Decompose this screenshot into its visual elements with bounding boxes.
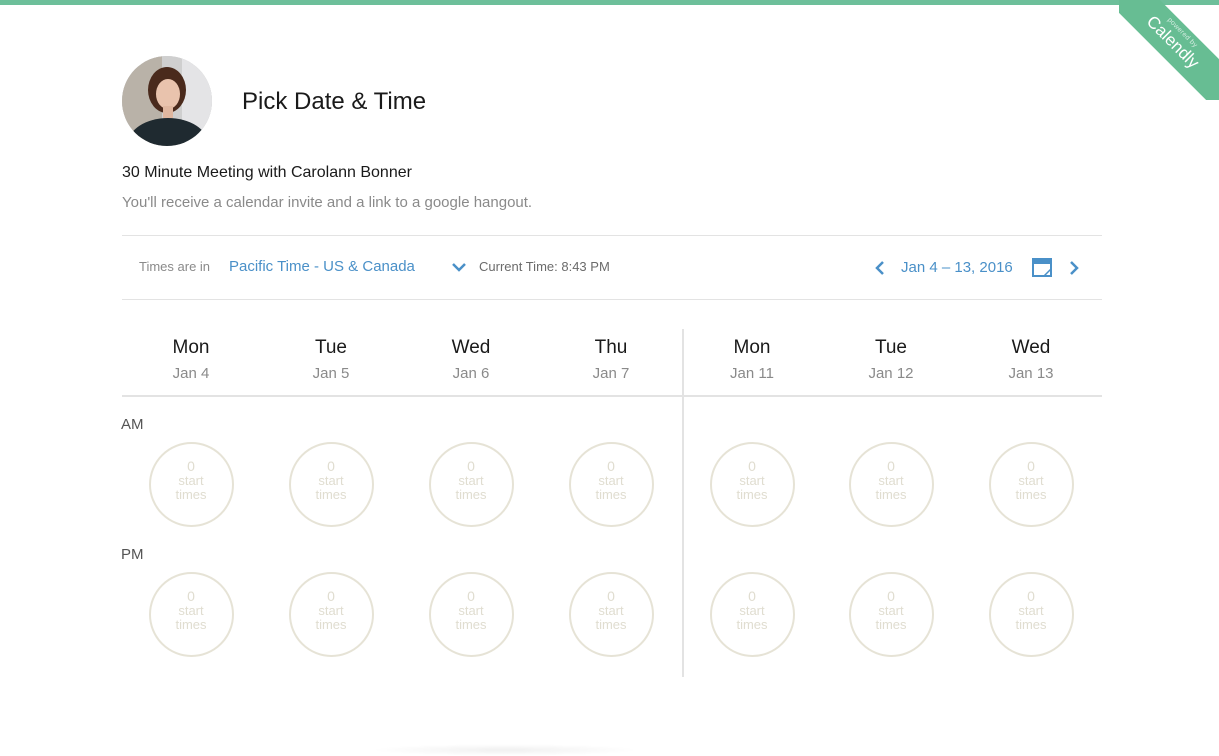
am-slot[interactable]: 0 start times [848, 442, 934, 527]
pm-slot[interactable]: 0 start times [988, 572, 1074, 657]
slot-count: 0 [887, 458, 895, 474]
slot-label: times [455, 617, 487, 632]
day-header: Wed Jan 13 [961, 336, 1101, 382]
day-header: Mon Jan 4 [121, 336, 261, 382]
am-slot[interactable]: 0 start times [988, 442, 1074, 527]
am-label: AM [121, 416, 144, 433]
day-date: Jan 4 [172, 365, 210, 382]
current-time: Current Time: 8:43 PM [479, 259, 610, 274]
calendly-ribbon[interactable]: powered by Calendly [1119, 0, 1219, 100]
pm-slot[interactable]: 0 start times [709, 572, 795, 657]
slot-label: start [318, 603, 344, 618]
top-accent-bar [0, 0, 1219, 5]
slot-count: 0 [607, 588, 615, 604]
slot-label: times [315, 617, 347, 632]
slot-label: start [1018, 473, 1044, 488]
pm-slot[interactable]: 0 start times [848, 572, 934, 657]
page-title: Pick Date & Time [242, 88, 427, 115]
slot-label: times [1015, 617, 1047, 632]
am-slot[interactable]: 0 start times [709, 442, 795, 527]
slot-label: times [875, 617, 907, 632]
day-header: Mon Jan 11 [682, 336, 822, 382]
day-date: Jan 6 [452, 365, 490, 382]
bottom-shadow [370, 744, 640, 756]
slot-label: times [595, 487, 627, 502]
day-name: Mon [733, 337, 771, 358]
slot-label: times [595, 617, 627, 632]
slot-label: start [458, 473, 484, 488]
day-date: Jan 7 [592, 365, 630, 382]
day-name: Tue [874, 337, 908, 358]
slot-count: 0 [607, 458, 615, 474]
slot-label: times [315, 487, 347, 502]
slot-label: times [875, 487, 907, 502]
slot-label: start [739, 603, 765, 618]
day-date: Jan 13 [1008, 365, 1054, 382]
day-date: Jan 11 [730, 365, 774, 382]
slot-label: times [1015, 487, 1047, 502]
day-date: Jan 5 [312, 365, 350, 382]
slot-count: 0 [467, 588, 475, 604]
slot-label: start [878, 603, 904, 618]
chevron-right-icon[interactable] [1066, 259, 1082, 277]
slot-label: start [598, 603, 624, 618]
chevron-left-icon[interactable] [872, 259, 888, 277]
divider [122, 299, 1102, 300]
pm-slot[interactable]: 0 start times [148, 572, 234, 657]
am-slot[interactable]: 0 start times [288, 442, 374, 527]
timezone-label: Times are in [139, 259, 211, 274]
slot-count: 0 [187, 588, 195, 604]
divider [122, 235, 1102, 236]
slot-label: start [878, 473, 904, 488]
slot-label: times [736, 617, 768, 632]
calendar-icon[interactable] [1032, 258, 1052, 277]
day-header: Tue Jan 12 [821, 336, 961, 382]
slot-label: times [736, 487, 768, 502]
slot-count: 0 [748, 588, 756, 604]
timezone-select[interactable]: Pacific Time - US & Canada [229, 258, 415, 275]
slot-count: 0 [1027, 588, 1035, 604]
slot-count: 0 [187, 458, 195, 474]
avatar [122, 56, 212, 146]
slot-count: 0 [327, 588, 335, 604]
slot-count: 0 [1027, 458, 1035, 474]
day-name: Tue [314, 337, 348, 358]
slot-count: 0 [467, 458, 475, 474]
slot-count: 0 [887, 588, 895, 604]
date-range[interactable]: Jan 4 – 13, 2016 [901, 259, 1013, 276]
event-description: You'll receive a calendar invite and a l… [122, 194, 533, 211]
am-slot[interactable]: 0 start times [568, 442, 654, 527]
pm-slot[interactable]: 0 start times [288, 572, 374, 657]
slot-count: 0 [327, 458, 335, 474]
day-header: Wed Jan 6 [401, 336, 541, 382]
slot-label: start [739, 473, 765, 488]
chevron-down-icon[interactable] [451, 261, 467, 273]
pm-label: PM [121, 546, 144, 563]
slot-label: start [178, 473, 204, 488]
am-slot[interactable]: 0 start times [148, 442, 234, 527]
day-header: Thu Jan 7 [541, 336, 681, 382]
day-name: Wed [1011, 337, 1051, 358]
slot-label: times [455, 487, 487, 502]
grid-header-divider [122, 395, 1102, 397]
day-date: Jan 12 [868, 365, 914, 382]
day-header: Tue Jan 5 [261, 336, 401, 382]
day-name: Wed [451, 337, 491, 358]
slot-label: start [458, 603, 484, 618]
event-title: 30 Minute Meeting with Carolann Bonner [122, 164, 412, 181]
pm-slot[interactable]: 0 start times [568, 572, 654, 657]
slot-label: start [178, 603, 204, 618]
day-name: Thu [594, 337, 628, 358]
am-slot[interactable]: 0 start times [428, 442, 514, 527]
slot-label: start [598, 473, 624, 488]
day-name: Mon [172, 337, 210, 358]
slot-label: start [318, 473, 344, 488]
week-separator [682, 329, 684, 677]
slot-label: times [175, 487, 207, 502]
pm-slot[interactable]: 0 start times [428, 572, 514, 657]
slot-label: times [175, 617, 207, 632]
slot-label: start [1018, 603, 1044, 618]
slot-count: 0 [748, 458, 756, 474]
